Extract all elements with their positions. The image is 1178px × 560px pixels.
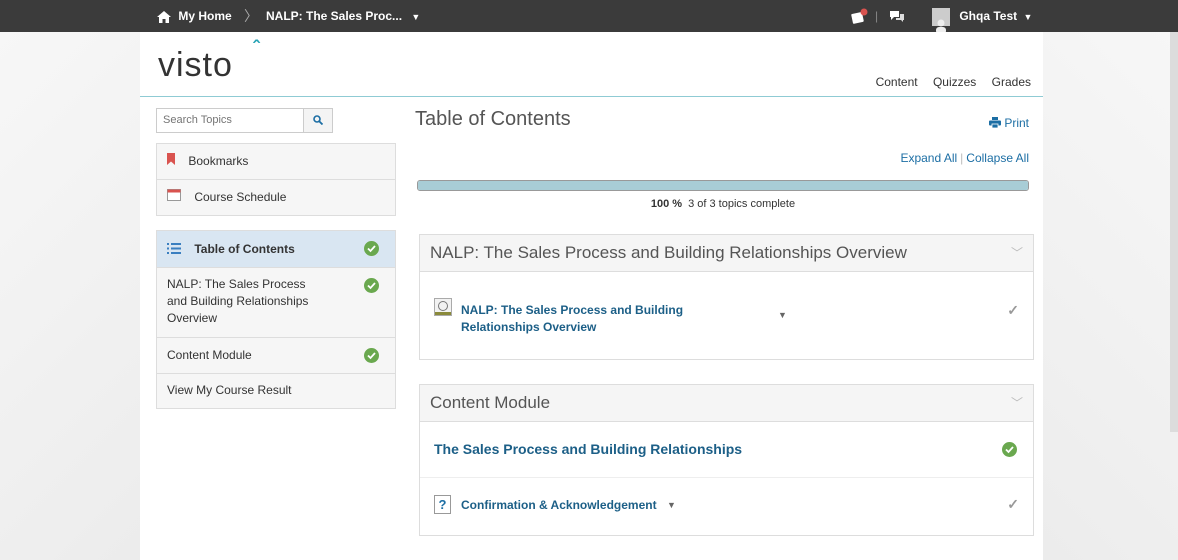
complete-check-icon: [364, 348, 379, 363]
progress-count: 3 of 3 topics complete: [688, 198, 796, 210]
list-icon: [167, 232, 181, 268]
page-background-left: [0, 32, 140, 560]
nav-quizzes[interactable]: Quizzes: [933, 75, 976, 89]
course-page: visto ˆ Content Quizzes Grades Bookmarks…: [140, 32, 1043, 560]
module-title: NALP: The Sales Process and Building Rel…: [430, 243, 907, 262]
chevron-down-icon[interactable]: ﹀: [1011, 235, 1023, 271]
sidebar-toc: Table of Contents NALP: The Sales Proces…: [156, 230, 396, 409]
sub-module-title[interactable]: The Sales Process and Building Relations…: [434, 441, 742, 457]
progress-percent: 100 %: [650, 198, 683, 210]
search-box: [156, 108, 333, 133]
module-header[interactable]: Content Module ﹀: [420, 385, 1033, 422]
sidebar-item-label: View My Course Result: [167, 383, 292, 397]
viewed-check-icon: ✓: [1007, 496, 1019, 512]
course-selector[interactable]: NALP: The Sales Proc... ▼: [266, 0, 420, 32]
topic-row: ? Confirmation & Acknowledgement ▼ ✓: [420, 478, 1033, 536]
top-navbar: My Home 〉 NALP: The Sales Proc... ▼ | Gh…: [0, 0, 1178, 34]
course-navbar: Content Quizzes Grades: [864, 75, 1031, 89]
sidebar-item-content-module[interactable]: Content Module: [157, 338, 395, 374]
module-overview: NALP: The Sales Process and Building Rel…: [419, 234, 1034, 360]
link-separator: |: [960, 151, 964, 165]
avatar: [932, 7, 950, 34]
sidebar-item-label: Content Module: [167, 348, 252, 362]
sidebar-links: Bookmarks Course Schedule: [156, 143, 396, 216]
sidebar-item-label: Bookmarks: [188, 154, 249, 168]
subscription-alerts-icon[interactable]: [889, 0, 905, 32]
module-header[interactable]: NALP: The Sales Process and Building Rel…: [420, 235, 1033, 272]
sub-module-row: The Sales Process and Building Relations…: [420, 422, 1033, 478]
search-button[interactable]: [303, 109, 332, 132]
home-link[interactable]: My Home: [157, 0, 232, 32]
topbar-divider: |: [875, 9, 879, 23]
page-title: Table of Contents: [415, 108, 571, 130]
logo: visto: [158, 46, 233, 84]
message-alerts-icon[interactable]: [850, 0, 868, 32]
course-selector-label: NALP: The Sales Proc...: [266, 9, 403, 23]
web-page-icon: [434, 298, 452, 316]
sidebar-item-course-schedule[interactable]: Course Schedule: [157, 180, 395, 215]
user-menu[interactable]: Ghqa Test ▼: [932, 0, 1033, 34]
user-name: Ghqa Test: [959, 9, 1018, 23]
progress-summary: 100 % 3 of 3 topics complete: [417, 198, 1029, 210]
printer-icon: [988, 117, 1001, 129]
calendar-icon: [167, 180, 181, 215]
topic-row: NALP: The Sales Process and Building Rel…: [420, 272, 1033, 360]
progress-bar-fill: [418, 181, 1028, 190]
sidebar-item-label: Course Schedule: [194, 190, 287, 204]
help-icon: ?: [434, 495, 451, 514]
chevron-down-icon[interactable]: ▼: [667, 500, 676, 510]
header-divider: [140, 96, 1043, 97]
chevron-down-icon: ▼: [411, 12, 421, 22]
module-title: Content Module: [430, 393, 551, 412]
sidebar-item-table-of-contents[interactable]: Table of Contents: [157, 231, 395, 268]
search-icon: [313, 115, 324, 126]
nav-grades[interactable]: Grades: [992, 75, 1031, 89]
search-input[interactable]: [157, 109, 309, 131]
home-icon: [157, 9, 174, 23]
module-content: Content Module ﹀ The Sales Process and B…: [419, 384, 1034, 536]
expand-collapse-controls: Expand All | Collapse All: [900, 151, 1029, 165]
chevron-down-icon[interactable]: ﹀: [1011, 385, 1023, 421]
chevron-down-icon[interactable]: ▼: [778, 310, 787, 320]
print-button[interactable]: Print: [988, 116, 1029, 130]
viewed-check-icon: ✓: [1007, 302, 1019, 318]
chevron-down-icon: ▼: [1023, 12, 1033, 22]
progress-bar: [417, 180, 1029, 191]
page-background-right: [1043, 32, 1178, 560]
vertical-scrollbar[interactable]: [1170, 32, 1178, 432]
complete-check-icon: [1002, 442, 1017, 457]
collapse-all-link[interactable]: Collapse All: [966, 151, 1029, 165]
complete-check-icon: [364, 241, 379, 256]
complete-check-icon: [364, 278, 379, 293]
topic-link[interactable]: NALP: The Sales Process and Building Rel…: [461, 302, 711, 336]
topic-link[interactable]: Confirmation & Acknowledgement: [461, 498, 657, 512]
print-label: Print: [1004, 116, 1029, 130]
bookmark-icon: [167, 144, 175, 179]
sidebar-item-label: Table of Contents: [194, 242, 295, 256]
sidebar-item-bookmarks[interactable]: Bookmarks: [157, 144, 395, 180]
home-label: My Home: [178, 9, 232, 23]
sidebar-item-label: NALP: The Sales Process and Building Rel…: [167, 277, 309, 325]
expand-all-link[interactable]: Expand All: [900, 151, 957, 165]
nav-content[interactable]: Content: [876, 75, 918, 89]
sidebar-item-overview-module[interactable]: NALP: The Sales Process and Building Rel…: [157, 268, 395, 338]
breadcrumb-separator-icon: 〉: [244, 8, 258, 24]
sidebar-item-view-my-course-result[interactable]: View My Course Result: [157, 374, 395, 408]
logo-caret-icon: ˆ: [253, 38, 260, 60]
